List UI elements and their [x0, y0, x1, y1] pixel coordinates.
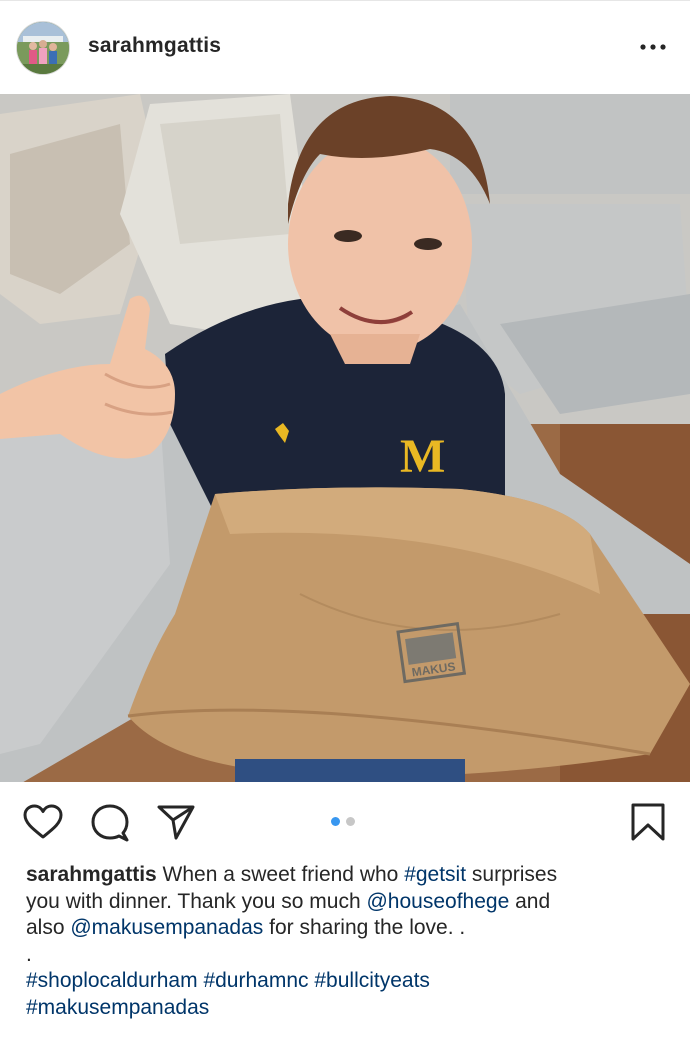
photo-illustration: M MAKUS — [0, 94, 690, 782]
avatar[interactable] — [17, 22, 69, 74]
post-username[interactable]: sarahmgattis — [88, 34, 221, 58]
caption-text: also — [26, 916, 71, 939]
post-photo[interactable]: M MAKUS — [0, 94, 690, 782]
hashtag-link[interactable]: #makusempanadas — [26, 996, 209, 1019]
post-caption: sarahmgattis When a sweet friend who #ge… — [26, 862, 666, 1021]
bookmark-icon — [631, 803, 665, 841]
share-button[interactable] — [154, 800, 198, 844]
comment-button[interactable] — [88, 800, 132, 844]
caption-text: When a sweet friend who — [156, 863, 405, 886]
caption-text: surprises — [466, 863, 558, 886]
post-action-bar — [0, 782, 690, 862]
shirt-letter: M — [400, 430, 445, 483]
mention-link[interactable]: @makusempanadas — [70, 916, 263, 939]
caption-text: for sharing the love. . — [263, 916, 466, 939]
hashtag-link[interactable]: #getsit — [404, 863, 466, 886]
caption-line-2: you with dinner. Thank you so much @hous… — [26, 889, 666, 916]
more-options-button[interactable] — [630, 29, 676, 65]
post-header: sarahmgattis — [0, 0, 690, 94]
caption-text: and — [509, 889, 551, 913]
hashtag-link[interactable]: #shoplocaldurham — [26, 969, 198, 992]
caption-line-4: . — [26, 942, 32, 966]
carousel-indicator — [331, 817, 355, 826]
comment-icon — [91, 804, 129, 842]
hashtag-link[interactable]: #durhamnc — [203, 969, 308, 992]
mention-link[interactable]: @houseofhege — [366, 890, 509, 913]
more-horizontal-icon — [640, 44, 666, 50]
caption-line-1: sarahmgattis When a sweet friend who #ge… — [26, 862, 666, 889]
caption-line-3: also @makusempanadas for sharing the lov… — [26, 915, 666, 942]
heart-icon — [23, 804, 63, 839]
like-button[interactable] — [21, 800, 65, 844]
caption-hashtags-2: #makusempanadas — [26, 995, 666, 1022]
hashtag-link[interactable]: #bullcityeats — [314, 969, 430, 992]
save-button[interactable] — [626, 800, 670, 844]
caption-username[interactable]: sarahmgattis — [26, 863, 157, 886]
carousel-dot-active — [331, 817, 340, 826]
avatar-photo — [17, 22, 69, 74]
carousel-dot — [346, 817, 355, 826]
share-icon — [157, 805, 195, 840]
caption-text: you with dinner. Thank you so much — [26, 889, 367, 913]
caption-hashtags-1: #shoplocaldurham #durhamnc #bullcityeats — [26, 968, 666, 995]
